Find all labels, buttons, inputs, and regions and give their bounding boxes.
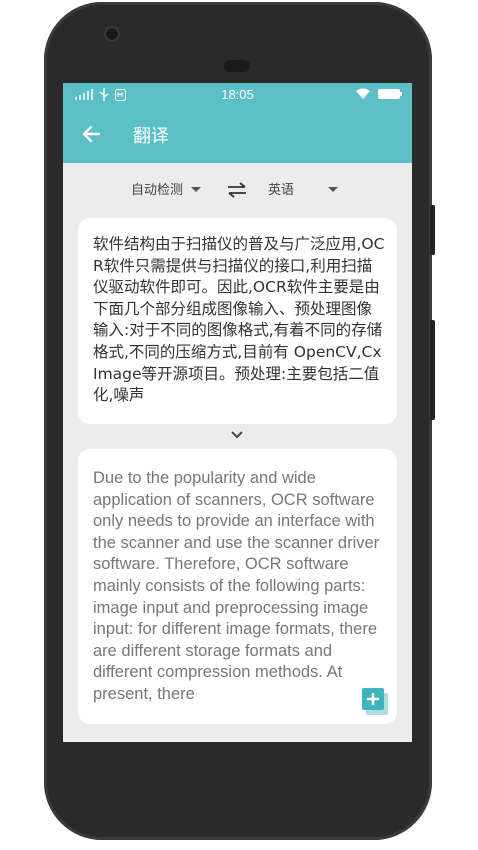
status-right [356, 88, 402, 99]
speaker [224, 60, 250, 72]
page-title: 翻译 [133, 126, 169, 147]
app-screen: 18:05 翻译 自动检测 英语 软件结构由于扫描仪的普及与广泛应用,OCR软件… [63, 83, 412, 742]
source-text[interactable]: 软件结构由于扫描仪的普及与广泛应用,OCR软件只需提供与扫描仪的接口,利用扫描仪… [93, 234, 385, 410]
status-bar: 18:05 [63, 83, 412, 105]
chevron-down-icon[interactable] [191, 187, 201, 192]
translation-card: Due to the popularity and wide applicati… [78, 449, 397, 724]
back-arrow-icon[interactable] [79, 121, 105, 147]
wifi-icon [356, 88, 370, 99]
chevron-down-icon[interactable] [229, 427, 245, 443]
battery-icon [378, 88, 402, 99]
front-camera [106, 28, 118, 40]
phone-side-button [430, 205, 435, 255]
language-bar: 自动检测 英语 [63, 163, 412, 215]
target-language-select[interactable]: 英语 [268, 179, 294, 198]
app-bar: 翻译 [63, 105, 412, 163]
chevron-down-icon[interactable] [328, 187, 338, 192]
copy-add-icon[interactable] [360, 685, 390, 717]
swap-icon[interactable] [226, 179, 248, 201]
source-text-card[interactable]: 软件结构由于扫描仪的普及与广泛应用,OCR软件只需提供与扫描仪的接口,利用扫描仪… [78, 218, 397, 424]
source-language-select[interactable]: 自动检测 [131, 179, 183, 198]
phone-side-button [430, 320, 435, 420]
translation-text: Due to the popularity and wide applicati… [93, 469, 380, 703]
